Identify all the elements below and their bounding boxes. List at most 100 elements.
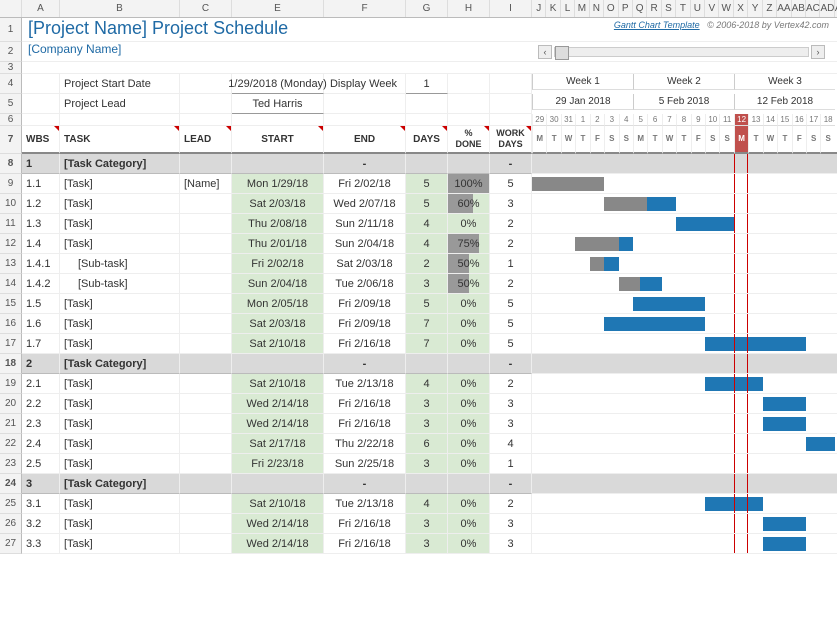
cell-start[interactable]: Thu 2/08/18	[232, 214, 324, 234]
cell-lead[interactable]	[180, 514, 232, 534]
cell-days[interactable]: 7	[406, 334, 448, 354]
cell-work-days[interactable]: 5	[490, 174, 532, 194]
cell-pct-done[interactable]: 0%	[448, 434, 490, 454]
cell-task[interactable]: [Task]	[60, 494, 180, 514]
cell-start[interactable]	[232, 354, 324, 374]
cell-end[interactable]: Thu 2/22/18	[324, 434, 406, 454]
row-number[interactable]: 9	[0, 174, 22, 194]
cell-wbs[interactable]: 3.3	[22, 534, 60, 554]
cell-task[interactable]: [Task]	[60, 374, 180, 394]
cell-days[interactable]: 4	[406, 234, 448, 254]
cell-end[interactable]: Sun 2/04/18	[324, 234, 406, 254]
cell-end[interactable]: Tue 2/06/18	[324, 274, 406, 294]
header-task[interactable]: TASK	[60, 126, 180, 154]
cell-end[interactable]: Fri 2/16/18	[324, 534, 406, 554]
cell-wbs[interactable]: 1.4.1	[22, 254, 60, 274]
cell-start[interactable]: Wed 2/14/18	[232, 394, 324, 414]
cell-wbs[interactable]: 2.4	[22, 434, 60, 454]
cell-pct-done[interactable]: 0%	[448, 374, 490, 394]
scroll-left-button[interactable]: ‹	[538, 45, 552, 59]
cell-lead[interactable]	[180, 474, 232, 494]
gantt-bar[interactable]	[633, 297, 705, 311]
row-number[interactable]: 14	[0, 274, 22, 294]
cell-lead[interactable]	[180, 234, 232, 254]
cell-start[interactable]: Fri 2/02/18	[232, 254, 324, 274]
cell-days[interactable]: 5	[406, 174, 448, 194]
header-pct[interactable]: % DONE	[448, 126, 490, 154]
cell-work-days[interactable]: 2	[490, 494, 532, 514]
gantt-bar[interactable]	[763, 517, 806, 531]
cell-task[interactable]: [Task]	[60, 534, 180, 554]
cell-pct-done[interactable]	[448, 354, 490, 374]
row-number[interactable]: 18	[0, 354, 22, 374]
cell-wbs[interactable]: 1.5	[22, 294, 60, 314]
cell-wbs[interactable]: 1.4.2	[22, 274, 60, 294]
cell-end[interactable]: -	[324, 474, 406, 494]
cell-pct-done[interactable]	[448, 474, 490, 494]
row-number[interactable]: 6	[0, 114, 22, 126]
column-header[interactable]: K	[546, 0, 560, 17]
column-header[interactable]: AD	[820, 0, 834, 17]
cell-task[interactable]: [Task]	[60, 514, 180, 534]
cell-end[interactable]: Fri 2/16/18	[324, 334, 406, 354]
column-header[interactable]: X	[734, 0, 748, 17]
cell-start[interactable]: Sat 2/17/18	[232, 434, 324, 454]
row-number[interactable]: 7	[0, 126, 22, 154]
row-number[interactable]: 2	[0, 42, 22, 62]
column-header[interactable]: AA	[777, 0, 791, 17]
cell-start[interactable]: Wed 2/14/18	[232, 514, 324, 534]
cell-start[interactable]: Sat 2/10/18	[232, 494, 324, 514]
row-number[interactable]: 25	[0, 494, 22, 514]
cell-pct-done[interactable]: 60%	[448, 194, 490, 214]
cell-lead[interactable]	[180, 454, 232, 474]
lead-value[interactable]: Ted Harris	[232, 94, 324, 114]
cell-end[interactable]: Fri 2/09/18	[324, 294, 406, 314]
cell-wbs[interactable]: 1.6	[22, 314, 60, 334]
header-end[interactable]: END	[324, 126, 406, 154]
cell-work-days[interactable]: 1	[490, 254, 532, 274]
cell-lead[interactable]	[180, 494, 232, 514]
cell-work-days[interactable]: 2	[490, 234, 532, 254]
cell-days[interactable]: 4	[406, 494, 448, 514]
row-number[interactable]: 21	[0, 414, 22, 434]
cell-end[interactable]: Tue 2/13/18	[324, 494, 406, 514]
gantt-bar[interactable]	[763, 417, 806, 431]
cell-lead[interactable]	[180, 194, 232, 214]
column-header[interactable]: M	[575, 0, 589, 17]
row-number[interactable]: 19	[0, 374, 22, 394]
cell-start[interactable]: Fri 2/23/18	[232, 454, 324, 474]
cell-start[interactable]: Thu 2/01/18	[232, 234, 324, 254]
cell-pct-done[interactable]: 50%	[448, 254, 490, 274]
cell-task[interactable]: [Task]	[60, 214, 180, 234]
cell-wbs[interactable]: 1.3	[22, 214, 60, 234]
cell-work-days[interactable]: 3	[490, 394, 532, 414]
cell-task[interactable]: [Sub-task]	[60, 274, 180, 294]
cell-lead[interactable]	[180, 294, 232, 314]
cell-days[interactable]: 3	[406, 514, 448, 534]
column-header[interactable]: T	[676, 0, 690, 17]
cell-work-days[interactable]: 2	[490, 214, 532, 234]
cell-end[interactable]: Sun 2/11/18	[324, 214, 406, 234]
cell-days[interactable]: 3	[406, 394, 448, 414]
cell-end[interactable]: Tue 2/13/18	[324, 374, 406, 394]
cell-days[interactable]	[406, 354, 448, 374]
cell-work-days[interactable]: -	[490, 354, 532, 374]
cell-lead[interactable]	[180, 214, 232, 234]
cell-days[interactable]: 2	[406, 254, 448, 274]
cell-pct-done[interactable]: 0%	[448, 294, 490, 314]
cell-lead[interactable]	[180, 154, 232, 174]
cell-lead[interactable]	[180, 354, 232, 374]
gantt-bar[interactable]	[604, 317, 705, 331]
cell-task[interactable]: [Task Category]	[60, 154, 180, 174]
scroll-track[interactable]	[554, 47, 809, 57]
column-header[interactable]: P	[619, 0, 633, 17]
cell-wbs[interactable]: 3	[22, 474, 60, 494]
row-number[interactable]: 15	[0, 294, 22, 314]
column-header[interactable]: R	[647, 0, 661, 17]
column-header[interactable]: F	[324, 0, 406, 17]
cell-pct-done[interactable]: 0%	[448, 454, 490, 474]
cell-wbs[interactable]: 2.1	[22, 374, 60, 394]
cell-start[interactable]: Mon 1/29/18	[232, 174, 324, 194]
cell-work-days[interactable]: 1	[490, 454, 532, 474]
gantt-bar[interactable]	[806, 437, 835, 451]
